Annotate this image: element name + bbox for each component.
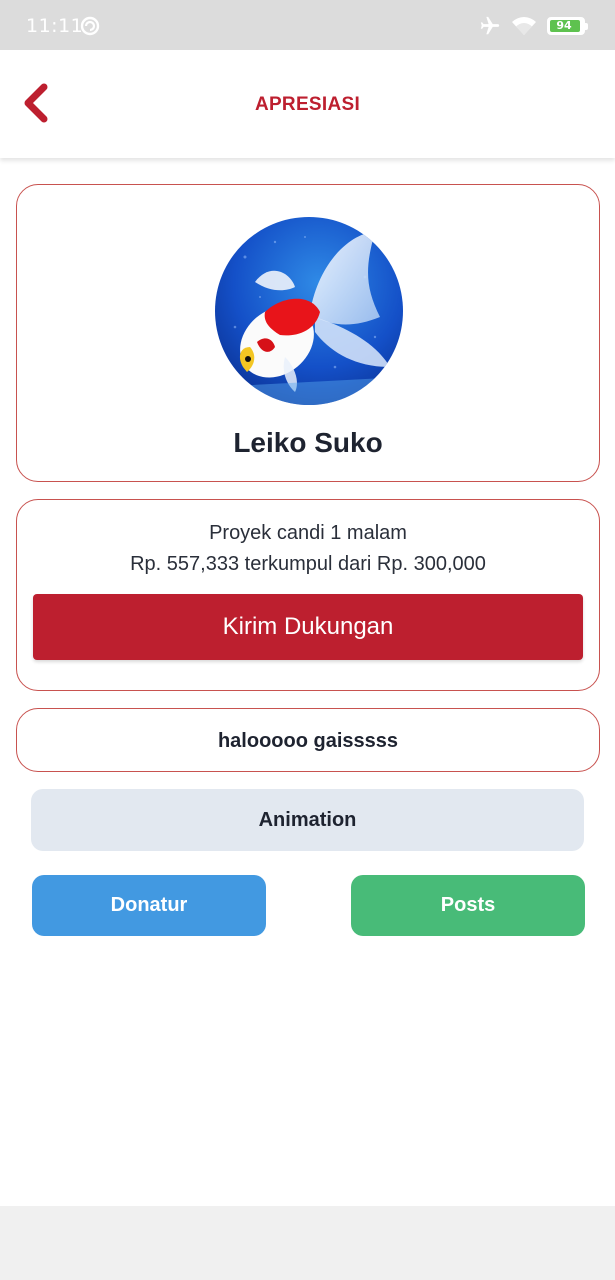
send-support-button[interactable]: Kirim Dukungan — [33, 594, 583, 660]
project-card: Proyek candi 1 malam Rp. 557,333 terkump… — [16, 499, 600, 691]
status-icons: 94 — [479, 14, 588, 38]
app-header: APRESIASI — [0, 50, 615, 158]
message-text: halooooo gaisssss — [217, 730, 399, 752]
project-name: Proyek candi 1 malam — [209, 522, 407, 544]
airplane-icon — [480, 16, 500, 35]
sync-icon — [80, 16, 100, 36]
battery-icon: 94 — [547, 17, 588, 35]
battery-level: 94 — [556, 19, 572, 32]
avatar — [215, 217, 403, 405]
posts-button[interactable]: Posts — [351, 875, 585, 936]
donatur-button[interactable]: Donatur — [32, 875, 266, 936]
project-progress-text: Rp. 557,333 terkumpul dari Rp. 300,000 — [130, 553, 486, 575]
status-time: 11:11 — [26, 15, 84, 37]
page-title: APRESIASI — [254, 94, 361, 115]
animation-button[interactable]: Animation — [31, 789, 584, 851]
bottom-navigation-bar — [0, 1206, 615, 1280]
status-bar: 11:11 94 — [0, 0, 615, 50]
wifi-icon — [512, 17, 536, 35]
profile-card: Leiko Suko — [16, 184, 600, 482]
profile-name: Leiko Suko — [233, 427, 383, 458]
goldfish-photo — [215, 217, 403, 405]
message-card: halooooo gaisssss — [16, 708, 600, 772]
